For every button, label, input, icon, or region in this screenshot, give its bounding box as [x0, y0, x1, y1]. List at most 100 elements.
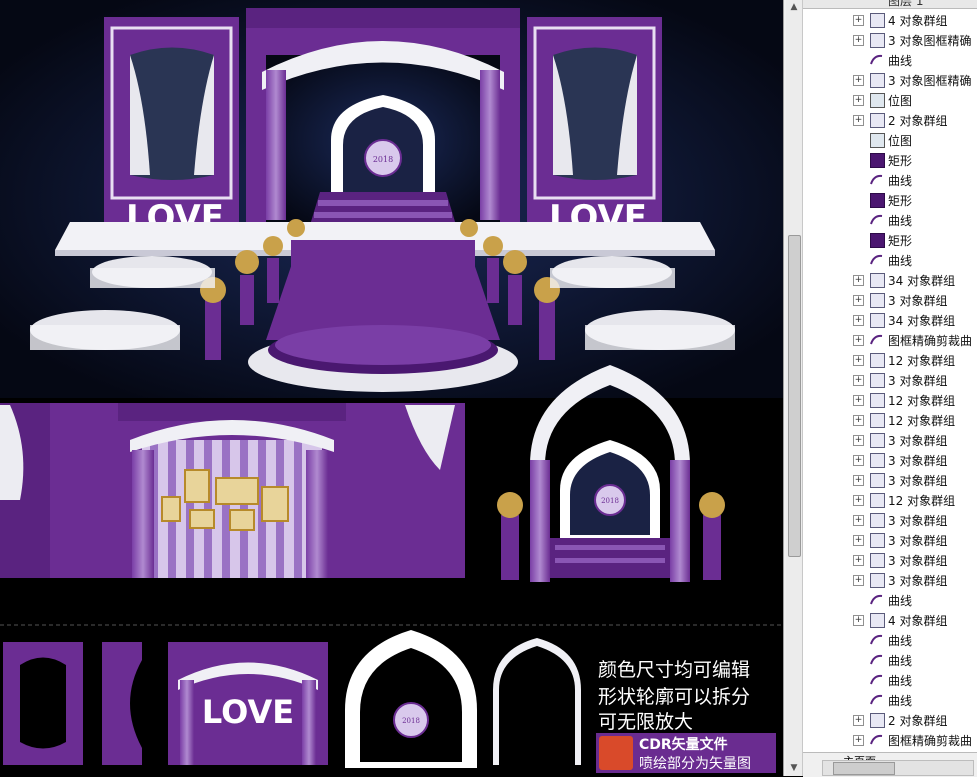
expand-icon[interactable]: +	[853, 275, 864, 286]
tree-row-label: 矩形	[888, 234, 913, 248]
expand-icon[interactable]: +	[853, 335, 864, 346]
tree-row[interactable]: 矩形	[803, 230, 977, 250]
cdr-badge: CDR矢量文件 喷绘部分为矢量图	[596, 733, 776, 773]
expand-icon[interactable]: +	[853, 435, 864, 446]
tree-row-label: 3 对象群组	[888, 534, 948, 548]
group-icon	[870, 533, 885, 548]
tree-row-label: 位图	[888, 134, 913, 148]
group-icon	[870, 573, 885, 588]
tree-row[interactable]: +34 对象群组	[803, 310, 977, 330]
badge-subtitle: 喷绘部分为矢量图	[639, 756, 751, 772]
tree-row[interactable]: 曲线	[803, 650, 977, 670]
tree-row[interactable]: +3 对象群组	[803, 450, 977, 470]
expand-icon[interactable]: +	[853, 295, 864, 306]
tree-row[interactable]: +12 对象群组	[803, 410, 977, 430]
tree-row[interactable]: +4 对象群组	[803, 10, 977, 30]
right-love-panel[interactable]: LOVE	[527, 17, 662, 238]
expand-icon[interactable]: +	[853, 355, 864, 366]
tree-row[interactable]: +12 对象群组	[803, 350, 977, 370]
left-love-panel[interactable]: LOVE	[104, 17, 239, 238]
tree-row[interactable]: +2 对象群组	[803, 110, 977, 130]
tree-row-label: 曲线	[888, 254, 913, 268]
expand-icon[interactable]: +	[853, 615, 864, 626]
tree-row[interactable]: 曲线	[803, 630, 977, 650]
layer-title: 图层 1	[888, 0, 924, 8]
tree-row[interactable]: 曲线	[803, 210, 977, 230]
tree-row[interactable]: +3 对象图框精确	[803, 30, 977, 50]
expand-icon[interactable]: +	[853, 575, 864, 586]
expand-icon[interactable]: +	[853, 95, 864, 106]
expand-icon[interactable]: +	[853, 75, 864, 86]
tree-row[interactable]: +12 对象群组	[803, 390, 977, 410]
tree-row[interactable]: +3 对象图框精确	[803, 70, 977, 90]
scroll-up-icon[interactable]: ▲	[786, 0, 802, 14]
tree-row[interactable]: +3 对象群组	[803, 570, 977, 590]
curve-icon	[870, 593, 883, 606]
bitmap-icon	[870, 93, 885, 108]
expand-icon[interactable]: +	[853, 735, 864, 746]
expand-icon[interactable]: +	[853, 455, 864, 466]
tree-row[interactable]: +3 对象群组	[803, 370, 977, 390]
expand-icon[interactable]: +	[853, 715, 864, 726]
tree-row[interactable]: +3 对象群组	[803, 430, 977, 450]
tree-row[interactable]: 曲线	[803, 670, 977, 690]
design-canvas[interactable]: LOVE LOVE 2018 2018 LOVE 2018 颜色尺寸均可编辑 形…	[0, 0, 783, 776]
tree-row[interactable]: 曲线	[803, 170, 977, 190]
scroll-down-icon[interactable]: ▼	[786, 761, 802, 775]
group-icon	[870, 373, 885, 388]
tree-row[interactable]: 曲线	[803, 50, 977, 70]
expand-icon[interactable]: +	[853, 475, 864, 486]
expand-icon[interactable]: +	[853, 495, 864, 506]
tree-row[interactable]: +2 对象群组	[803, 710, 977, 730]
expand-icon[interactable]: +	[853, 35, 864, 46]
component-parts[interactable]: LOVE 2018	[3, 630, 581, 768]
tree-row[interactable]: +12 对象群组	[803, 490, 977, 510]
tree-row[interactable]: 矩形	[803, 150, 977, 170]
tree-row-label: 34 对象群组	[888, 274, 956, 288]
tree-row-label: 曲线	[888, 214, 913, 228]
tree-row-label: 3 对象群组	[888, 554, 948, 568]
expand-icon[interactable]: +	[853, 555, 864, 566]
curve-icon	[870, 173, 883, 186]
tree-row-label: 图框精确剪裁曲	[888, 734, 973, 748]
tree-row[interactable]: 曲线	[803, 250, 977, 270]
center-arch-backdrop[interactable]: 2018	[246, 8, 520, 225]
group-icon	[870, 473, 885, 488]
horizontal-scrollbar[interactable]	[822, 760, 974, 776]
photo-wall-backdrop[interactable]	[0, 403, 465, 578]
group-icon	[870, 433, 885, 448]
hscroll-thumb[interactable]	[833, 762, 895, 775]
expand-icon[interactable]: +	[853, 395, 864, 406]
tree-row[interactable]: +3 对象群组	[803, 470, 977, 490]
tree-row[interactable]: +3 对象群组	[803, 550, 977, 570]
sign-year-part: 2018	[402, 717, 420, 725]
tree-row[interactable]: + 图框精确剪裁曲	[803, 730, 977, 750]
monkey-logo-icon	[599, 736, 633, 770]
expand-icon[interactable]: +	[853, 315, 864, 326]
vertical-scrollbar[interactable]: ▲ ▼	[786, 0, 803, 776]
expand-icon[interactable]: +	[853, 535, 864, 546]
tree-row[interactable]: 矩形	[803, 190, 977, 210]
tree-row-label: 12 对象群组	[888, 394, 956, 408]
tree-row[interactable]: 曲线	[803, 590, 977, 610]
tree-row-label: 4 对象群组	[888, 14, 948, 28]
tree-row[interactable]: +3 对象群组	[803, 510, 977, 530]
tree-row[interactable]: +4 对象群组	[803, 610, 977, 630]
group-icon	[870, 273, 885, 288]
tree-row[interactable]: + 位图	[803, 90, 977, 110]
tree-row[interactable]: 曲线	[803, 690, 977, 710]
expand-icon[interactable]: +	[853, 515, 864, 526]
expand-icon[interactable]: +	[853, 375, 864, 386]
expand-icon[interactable]: +	[853, 415, 864, 426]
expand-icon[interactable]: +	[853, 115, 864, 126]
scroll-thumb[interactable]	[788, 235, 801, 557]
tree-row[interactable]: 位图	[803, 130, 977, 150]
tree-row-label: 12 对象群组	[888, 494, 956, 508]
group-icon	[870, 13, 885, 28]
tree-row[interactable]: +3 对象群组	[803, 290, 977, 310]
tree-row[interactable]: + 图框精确剪裁曲	[803, 330, 977, 350]
tree-row[interactable]: +34 对象群组	[803, 270, 977, 290]
group-icon	[870, 293, 885, 308]
expand-icon[interactable]: +	[853, 15, 864, 26]
tree-row[interactable]: +3 对象群组	[803, 530, 977, 550]
